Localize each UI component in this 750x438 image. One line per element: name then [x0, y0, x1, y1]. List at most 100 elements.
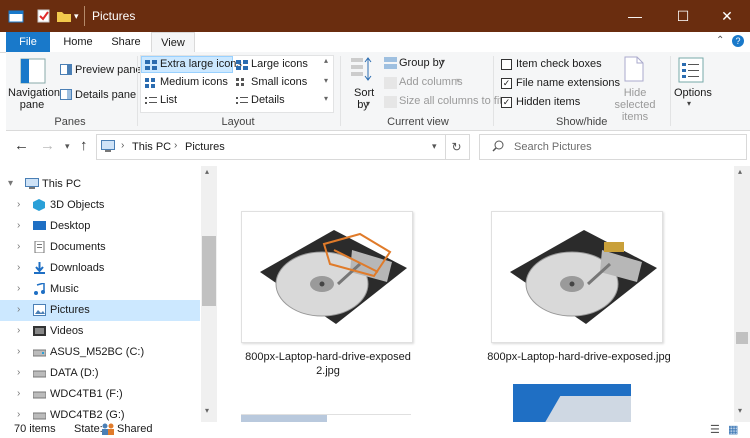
address-dropdown-icon[interactable]: ▾: [432, 141, 437, 152]
collapsed-chevron-icon[interactable]: ›: [17, 388, 20, 399]
tree-item-videos[interactable]: › Videos: [0, 321, 200, 342]
tree-item-this-pc[interactable]: ▾ This PC: [0, 174, 200, 195]
preview-pane-button[interactable]: Preview pane: [75, 64, 142, 76]
tree-item-pictures[interactable]: › Pictures: [0, 300, 200, 321]
collapsed-chevron-icon[interactable]: ›: [17, 283, 20, 294]
tree-item-label: Desktop: [50, 220, 91, 232]
sort-by-dropdown-icon[interactable]: ▾: [366, 99, 370, 108]
file-list-scroll-thumb[interactable]: [736, 332, 748, 344]
small-icons-option[interactable]: Small icons: [251, 76, 307, 88]
navigation-pane-icon[interactable]: [20, 58, 46, 87]
collapsed-chevron-icon[interactable]: ›: [17, 241, 20, 252]
minimize-button[interactable]: —: [612, 0, 658, 32]
group-by-dropdown-icon[interactable]: ▾: [441, 57, 445, 66]
pictures-icon: [33, 304, 46, 316]
file-thumbnail[interactable]: [241, 211, 413, 343]
tree-item-drive-c[interactable]: › ASUS_M52BC (C:): [0, 342, 200, 363]
size-columns-icon: [384, 96, 397, 111]
documents-icon: [33, 240, 46, 254]
tree-item-drive-d[interactable]: › DATA (D:): [0, 363, 200, 384]
tree-item-label: 3D Objects: [50, 199, 105, 211]
breadcrumb-this-pc[interactable]: This PC: [132, 141, 171, 153]
maximize-button[interactable]: ☐: [660, 0, 706, 32]
back-arrow-icon[interactable]: ←: [14, 137, 29, 154]
list-option[interactable]: List: [160, 94, 177, 106]
properties-icon[interactable]: [36, 8, 52, 24]
options-button[interactable]: Options: [674, 87, 712, 99]
collapsed-chevron-icon[interactable]: ›: [17, 220, 20, 231]
details-pane-button[interactable]: Details pane: [75, 89, 136, 101]
tree-item-documents[interactable]: › Documents: [0, 237, 200, 258]
file-name-extensions-checkbox[interactable]: ✓: [501, 78, 512, 89]
scroll-up-arrow-icon[interactable]: ▴: [738, 167, 742, 176]
navigation-pane-scroll-thumb[interactable]: [202, 236, 216, 306]
details-option[interactable]: Details: [251, 94, 285, 106]
collapsed-chevron-icon[interactable]: ›: [17, 409, 20, 420]
add-columns-button[interactable]: Add columns: [399, 76, 463, 88]
close-button[interactable]: ✕: [704, 0, 750, 32]
navigation-pane-button[interactable]: Navigation pane: [8, 87, 60, 111]
collapsed-chevron-icon[interactable]: ›: [17, 199, 20, 210]
hidden-items-label: Hidden items: [516, 96, 581, 108]
options-icon[interactable]: [678, 57, 704, 86]
hide-selected-icon: [624, 56, 644, 85]
medium-icons-option[interactable]: Medium icons: [160, 76, 228, 88]
forward-arrow-icon[interactable]: →: [40, 137, 55, 154]
size-all-columns-button[interactable]: Size all columns to fit: [399, 95, 502, 107]
tab-view[interactable]: View: [151, 32, 195, 54]
tab-home[interactable]: Home: [56, 32, 100, 52]
file-list-scrollbar[interactable]: [734, 166, 750, 422]
collapsed-chevron-icon[interactable]: ›: [17, 262, 20, 273]
up-arrow-icon[interactable]: ↑: [80, 137, 88, 154]
layout-scroll-down-icon[interactable]: ▾: [324, 76, 328, 85]
separator: [493, 56, 494, 126]
tab-share[interactable]: Share: [104, 32, 148, 52]
layout-scroll-up-icon[interactable]: ▴: [324, 56, 328, 65]
item-check-boxes-checkbox[interactable]: [501, 59, 512, 70]
help-icon[interactable]: ?: [732, 35, 744, 47]
options-dropdown-icon[interactable]: ▾: [687, 99, 691, 108]
collapse-ribbon-icon[interactable]: ⌃: [716, 35, 724, 46]
tree-item-3d-objects[interactable]: › 3D Objects: [0, 195, 200, 216]
scroll-down-arrow-icon[interactable]: ▾: [205, 406, 209, 415]
large-icons-view-icon[interactable]: ▦: [728, 423, 738, 436]
recent-locations-dropdown-icon[interactable]: ▾: [65, 141, 70, 152]
tree-item-music[interactable]: › Music: [0, 279, 200, 300]
expanded-chevron-icon[interactable]: ▾: [8, 178, 13, 189]
layout-expand-icon[interactable]: ▾: [324, 94, 328, 103]
details-view-icon[interactable]: ☰: [710, 423, 720, 436]
hard-drive-image: [260, 230, 407, 324]
details-pane-icon: [60, 89, 72, 103]
file-name[interactable]: 800px-Laptop-hard-drive-exposed.jpg: [479, 350, 679, 364]
quick-access-dropdown-icon[interactable]: ▾: [74, 8, 90, 24]
extra-large-icons-option[interactable]: Extra large icons: [160, 58, 242, 70]
breadcrumb-separator-icon[interactable]: ›: [174, 140, 177, 151]
explorer-icon[interactable]: [8, 8, 24, 24]
tree-item-label: Pictures: [50, 304, 90, 316]
tree-item-drive-f[interactable]: › WDC4TB1 (F:): [0, 384, 200, 405]
hidden-items-checkbox[interactable]: ✓: [501, 97, 512, 108]
add-columns-dropdown-icon[interactable]: ▾: [456, 76, 460, 85]
scroll-up-arrow-icon[interactable]: ▴: [205, 167, 209, 176]
tab-file[interactable]: File: [6, 32, 50, 52]
scroll-down-arrow-icon[interactable]: ▾: [738, 406, 742, 415]
tree-item-downloads[interactable]: › Downloads: [0, 258, 200, 279]
file-thumbnail[interactable]: [491, 211, 663, 343]
collapsed-chevron-icon[interactable]: ›: [17, 304, 20, 315]
file-name[interactable]: 800px-Laptop-hard-drive-exposed 2.jpg: [237, 350, 419, 378]
tree-item-desktop[interactable]: › Desktop: [0, 216, 200, 237]
collapsed-chevron-icon[interactable]: ›: [17, 346, 20, 357]
group-by-button[interactable]: Group by: [399, 57, 444, 69]
tree-item-label: WDC4TB2 (G:): [50, 409, 125, 421]
folder-preview-partial[interactable]: [513, 384, 631, 422]
collapsed-chevron-icon[interactable]: ›: [17, 325, 20, 336]
new-folder-icon[interactable]: [56, 8, 72, 24]
refresh-button[interactable]: ↻: [444, 134, 470, 160]
collapsed-chevron-icon[interactable]: ›: [17, 367, 20, 378]
breadcrumb-pictures[interactable]: Pictures: [185, 141, 225, 153]
breadcrumb-separator-icon[interactable]: ›: [121, 140, 124, 151]
sort-by-icon[interactable]: [350, 56, 374, 87]
hide-selected-items-button[interactable]: Hide selected items: [605, 87, 665, 123]
large-icons-option[interactable]: Large icons: [251, 58, 308, 70]
file-thumbnail-partial[interactable]: [241, 414, 411, 422]
